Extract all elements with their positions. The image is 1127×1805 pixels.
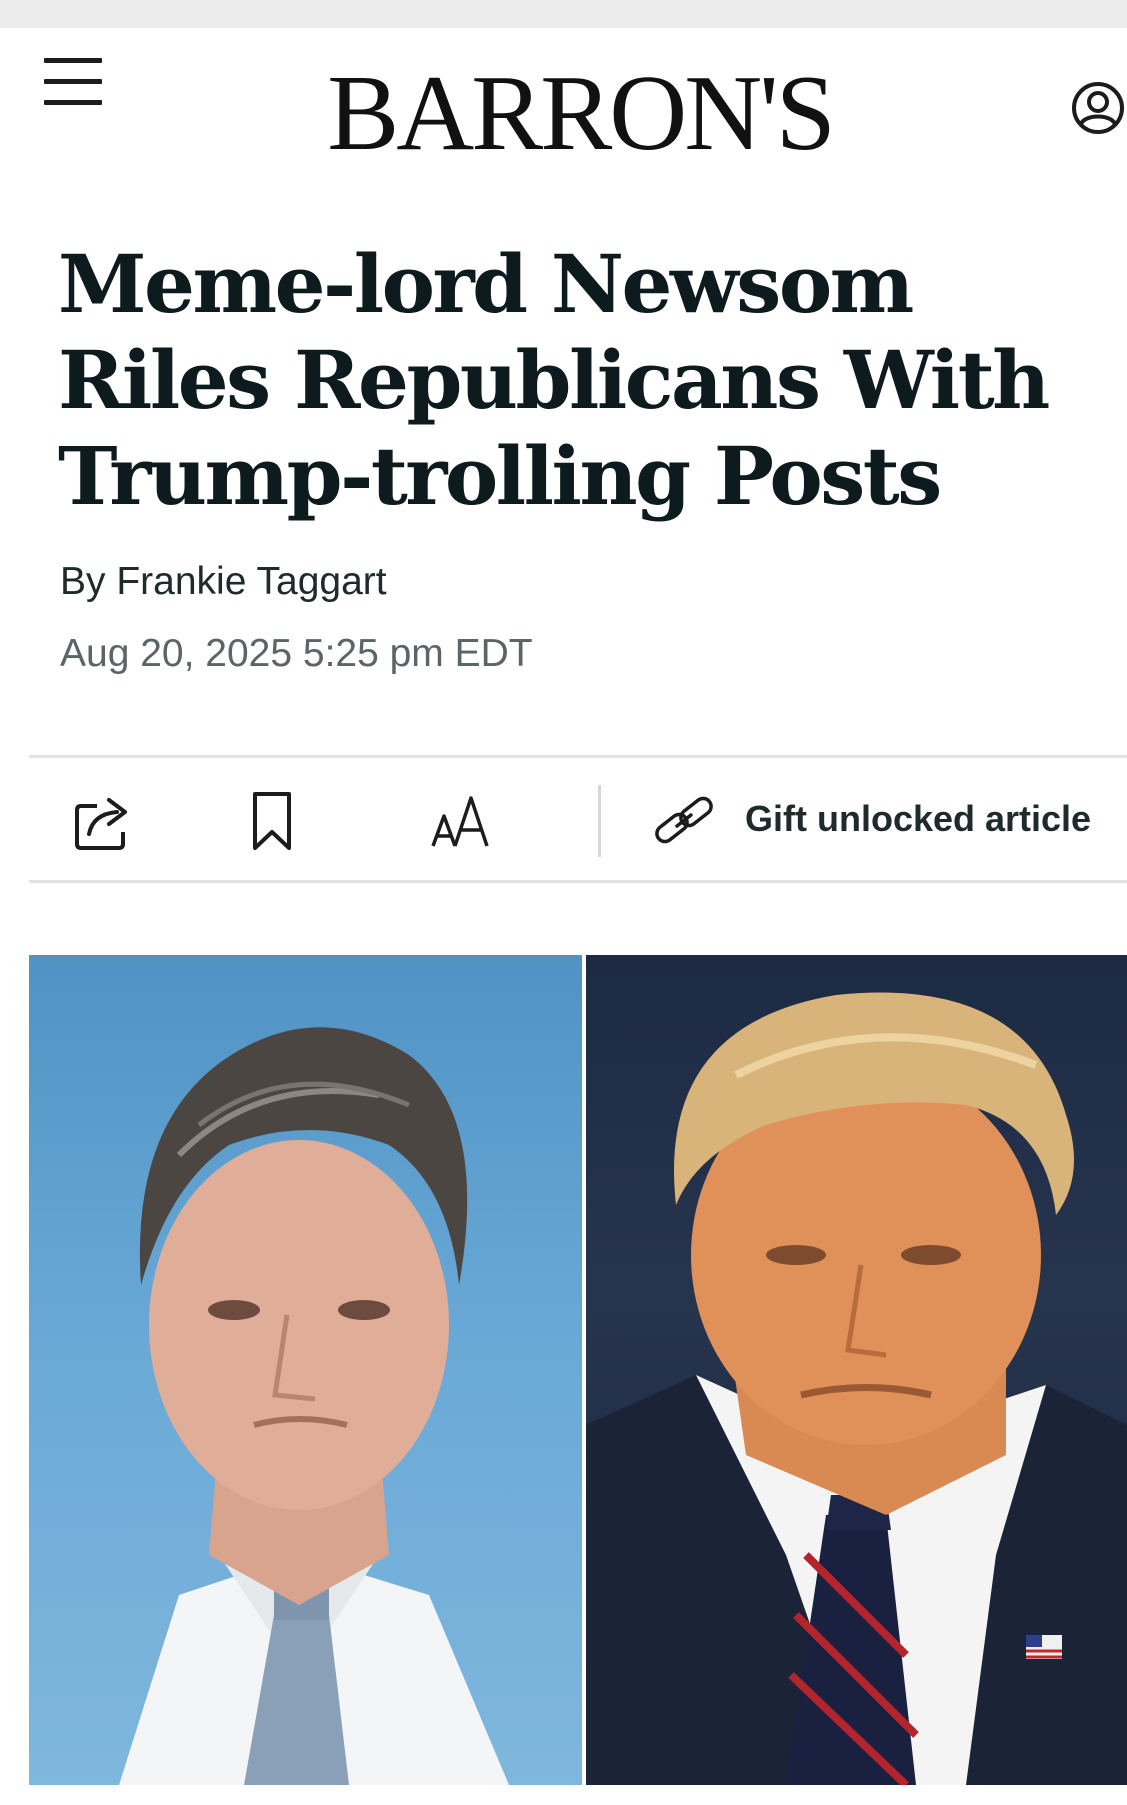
hero-photo-left	[29, 955, 582, 1785]
publish-timestamp: Aug 20, 2025 5:25 pm EDT	[60, 632, 533, 675]
hero-image	[29, 955, 1127, 1785]
toolbar-divider	[598, 785, 601, 857]
status-strip	[0, 0, 1127, 28]
share-icon[interactable]	[71, 788, 133, 854]
article-headline: Meme-lord Newsom Riles Republicans With …	[58, 237, 1050, 523]
byline-prefix: By	[60, 560, 106, 603]
byline: By Frankie Taggart	[60, 560, 387, 604]
bookmark-icon[interactable]	[247, 788, 297, 854]
barrons-logo[interactable]: BARRON'S	[300, 60, 860, 168]
menu-bar	[44, 79, 102, 84]
menu-bar	[44, 100, 102, 105]
link-icon	[655, 796, 713, 844]
gift-article-button[interactable]: Gift unlocked article	[649, 786, 1127, 854]
menu-bar	[44, 58, 102, 63]
author-link[interactable]: Frankie Taggart	[116, 560, 386, 603]
gift-article-label: Gift unlocked article	[745, 798, 1092, 839]
text-size-icon[interactable]	[429, 788, 489, 854]
hamburger-menu-icon[interactable]	[42, 54, 106, 110]
site-header: BARRON'S	[0, 28, 1127, 198]
article-toolbar: Gift unlocked article	[29, 755, 1127, 883]
user-account-icon[interactable]	[1070, 80, 1126, 136]
hero-photo-right	[586, 955, 1127, 1785]
